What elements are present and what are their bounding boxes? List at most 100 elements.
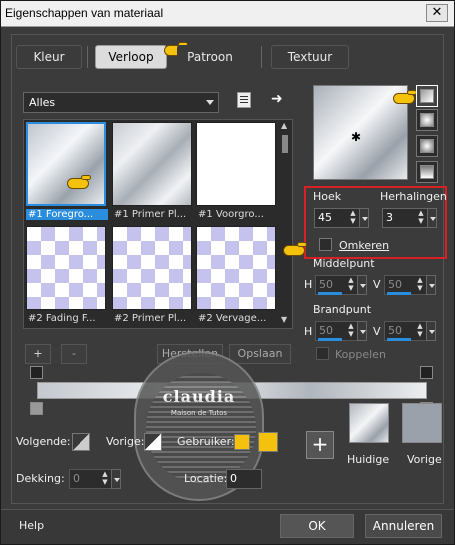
next-color-swatch[interactable]: [72, 433, 90, 451]
save-button[interactable]: Opslaan: [229, 344, 291, 364]
value-bar: [387, 338, 411, 341]
scroll-up-icon[interactable]: ▲: [281, 121, 287, 130]
tab-textuur[interactable]: Textuur: [271, 45, 349, 69]
spin-arrows-icon[interactable]: ▲ ▼: [348, 209, 358, 227]
center-h-field[interactable]: 50 ▲ ▼: [315, 275, 367, 295]
center-v-value: 50: [388, 278, 402, 291]
footer: Help OK Annuleren: [1, 509, 454, 544]
focal-point-label: Brandpunt: [313, 303, 372, 316]
spin-arrows-icon[interactable]: ▲ ▼: [100, 470, 110, 488]
opacity-stop-left[interactable]: [30, 366, 43, 379]
radial-style-button[interactable]: [416, 161, 438, 183]
tab-separator: [261, 46, 262, 68]
rectangular-style-button[interactable]: [416, 109, 438, 131]
watermark-subtext: Maison de Tutos: [170, 409, 228, 417]
remove-gradient-button[interactable]: -: [61, 344, 87, 364]
help-link[interactable]: Help: [19, 519, 44, 532]
angle-value: 45: [318, 211, 332, 224]
color-stop-left[interactable]: [30, 402, 43, 415]
pointing-hand-icon: [67, 175, 93, 191]
previous-material-preview[interactable]: [402, 403, 442, 443]
gradient-category-select[interactable]: Alles: [23, 92, 219, 113]
ok-button[interactable]: OK: [280, 514, 354, 538]
center-h-value: 50: [319, 278, 333, 291]
gradient-thumb-1[interactable]: #1 Foregro...: [26, 122, 108, 220]
previous-label: Vorige:: [106, 435, 145, 448]
dropdown-arrow-icon[interactable]: [111, 469, 121, 489]
opacity-value: 0: [73, 472, 80, 485]
library-scrollbar[interactable]: ▲ ▼: [280, 121, 290, 324]
repeats-label: Herhalingen: [380, 190, 447, 203]
invert-checkbox[interactable]: [319, 238, 332, 251]
opacity-field[interactable]: 0 ▲ ▼: [69, 469, 121, 489]
gradient-caption: #2 Fading F...: [28, 313, 96, 324]
angle-field[interactable]: 45 ▲ ▼: [314, 208, 369, 228]
center-point-icon[interactable]: ✱: [351, 130, 361, 144]
spin-arrows-icon[interactable]: ▲ ▼: [416, 209, 426, 227]
invert-label: Omkeren: [339, 239, 390, 252]
focus-v-label: V: [373, 325, 381, 338]
spin-arrows-icon[interactable]: ▲ ▼: [415, 276, 425, 294]
current-material-preview[interactable]: [349, 403, 389, 443]
close-button[interactable]: ✕: [426, 4, 448, 22]
spin-arrows-icon[interactable]: ▲ ▼: [346, 322, 356, 340]
tab-kleur[interactable]: Kleur: [16, 45, 82, 69]
dropdown-arrow-icon[interactable]: [426, 321, 436, 341]
gradient-preview-image: [112, 122, 192, 206]
chevron-down-icon: [206, 100, 214, 105]
gradient-thumb-6[interactable]: #2 Vervage...: [196, 226, 276, 324]
opacity-stop-right[interactable]: [420, 366, 433, 379]
gradient-thumb-5[interactable]: #2 Primer Pl...: [112, 226, 192, 324]
spin-arrows-icon[interactable]: ▲ ▼: [415, 322, 425, 340]
dropdown-arrow-icon[interactable]: [357, 275, 367, 295]
link-checkbox[interactable]: [316, 347, 329, 360]
resource-browser-icon[interactable]: [237, 92, 251, 108]
scrollbar-thumb[interactable]: [282, 135, 288, 153]
dropdown-arrow-icon[interactable]: [426, 275, 436, 295]
dropdown-arrow-icon[interactable]: [427, 208, 437, 228]
material-properties-dialog: Eigenschappen van materiaal ✕ Kleur Verl…: [0, 0, 455, 545]
value-bar: [387, 292, 411, 295]
dropdown-arrow-icon[interactable]: [359, 208, 369, 228]
add-to-swatches-button[interactable]: +: [306, 431, 334, 459]
center-point-label: Middelpunt: [313, 257, 375, 270]
gradient-preview-image: [196, 226, 276, 310]
scroll-down-icon[interactable]: ▼: [281, 315, 287, 324]
linear-style-button[interactable]: [416, 85, 438, 107]
arrow-right-icon[interactable]: ➜: [271, 91, 283, 107]
title-bar: Eigenschappen van materiaal ✕: [1, 1, 454, 27]
tab-separator: [87, 46, 88, 68]
next-label: Volgende:: [16, 435, 71, 448]
center-v-field[interactable]: 50 ▲ ▼: [384, 275, 436, 295]
gradient-thumb-4[interactable]: #2 Fading F...: [26, 226, 106, 324]
tab-verloop[interactable]: Verloop: [95, 45, 167, 69]
value-bar: [318, 338, 342, 341]
spin-arrows-icon[interactable]: ▲ ▼: [346, 276, 356, 294]
gradient-thumb-2[interactable]: #1 Primer Pl...: [112, 122, 192, 220]
previous-color-swatch[interactable]: [144, 433, 162, 451]
pointing-hand-icon: [283, 242, 309, 258]
location-value: 0: [230, 472, 237, 485]
tab-patroon[interactable]: Patroon: [177, 45, 243, 69]
gradient-preview-image: [26, 122, 106, 206]
cancel-button[interactable]: Annuleren: [365, 514, 442, 538]
user-color-swatch[interactable]: [258, 432, 278, 452]
focus-v-field[interactable]: 50 ▲ ▼: [384, 321, 436, 341]
sunburst-style-button[interactable]: [416, 135, 438, 157]
location-label: Locatie:: [184, 472, 228, 485]
gradient-caption: #2 Vervage...: [198, 313, 267, 324]
gradient-thumb-3[interactable]: #1 Voorgro...: [196, 122, 276, 220]
gradient-caption: #1 Primer Pl...: [114, 209, 187, 220]
add-gradient-button[interactable]: +: [25, 344, 51, 364]
repeats-field[interactable]: 3 ▲ ▼: [382, 208, 437, 228]
focus-h-field[interactable]: 50 ▲ ▼: [315, 321, 367, 341]
dropdown-arrow-icon[interactable]: [357, 321, 367, 341]
value-bar: [318, 292, 342, 295]
watermark-text: claudia: [162, 387, 236, 406]
user-color-small-swatch[interactable]: [234, 434, 250, 450]
location-field[interactable]: 0: [226, 469, 262, 489]
gradient-caption: #1 Foregro...: [26, 209, 108, 220]
link-label: Koppelen: [335, 348, 386, 361]
gradient-preview-image: [196, 122, 276, 206]
gradient-library: #1 Foregro... #1 Primer Pl... #1 Voorgro…: [23, 119, 293, 329]
